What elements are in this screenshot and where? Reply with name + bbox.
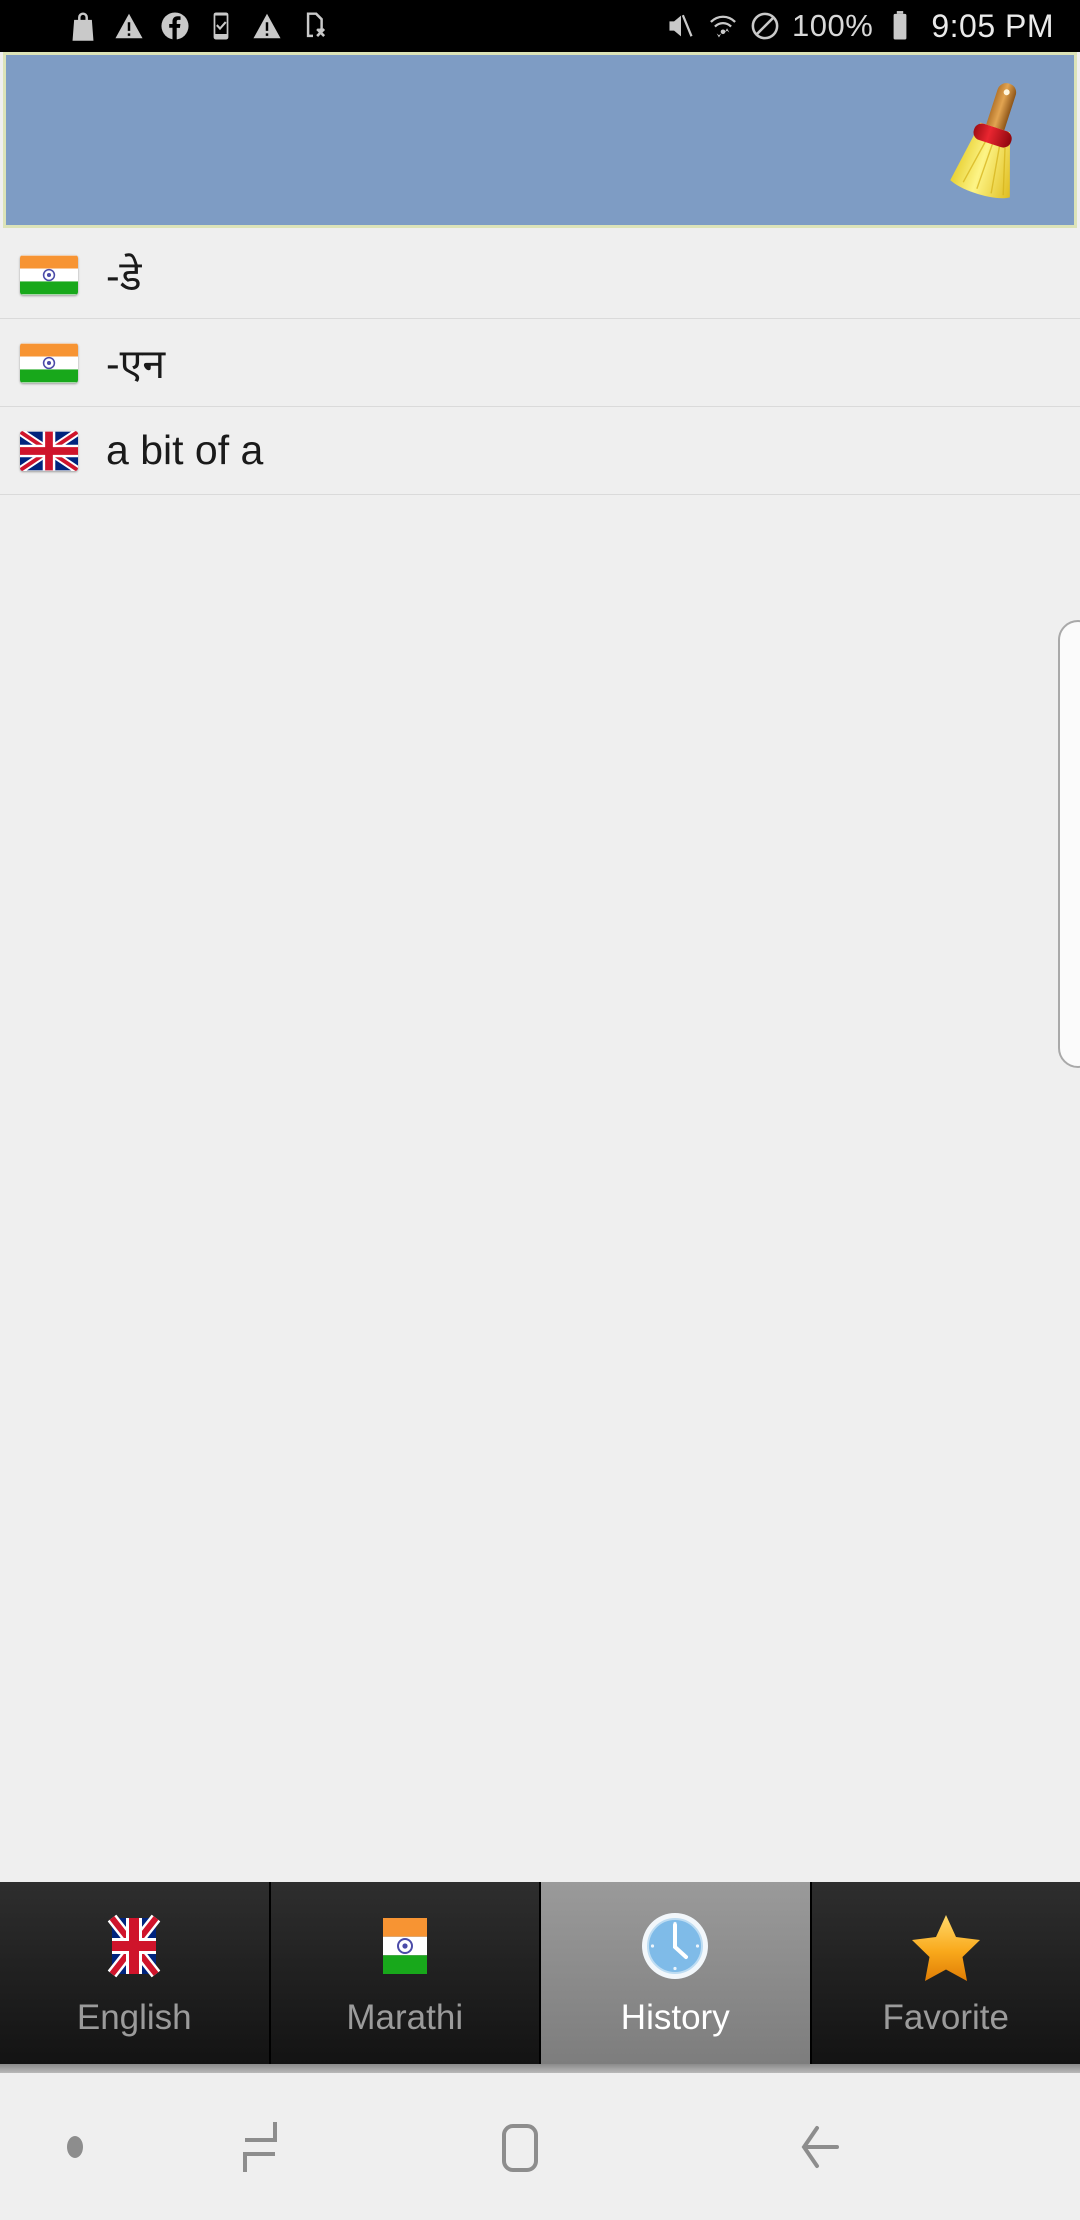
- tab-english[interactable]: English: [0, 1882, 271, 2064]
- phone-screen: 100% 9:05 PM -डे -एन a bit of a English …: [0, 0, 1080, 2220]
- tab-label: Marathi: [346, 1998, 464, 2037]
- status-bar-right-icons: 100% 9:05 PM: [666, 0, 1080, 52]
- tab-label: English: [76, 1998, 192, 2037]
- list-item[interactable]: -एन: [0, 319, 1080, 407]
- tab-bar-underline: [0, 2064, 1080, 2073]
- list-item[interactable]: a bit of a: [0, 407, 1080, 495]
- tab-history[interactable]: History: [541, 1882, 812, 2064]
- wifi-transfer-icon: [710, 15, 736, 38]
- flag-uk-icon: [20, 430, 78, 471]
- flag-india-icon: [367, 1908, 443, 1984]
- list-item[interactable]: -डे: [0, 231, 1080, 319]
- warning-triangle-icon: [115, 13, 143, 39]
- clock-label: 9:05 PM: [931, 8, 1054, 44]
- sim-card-error-icon: [306, 12, 326, 38]
- flag-uk-icon: [96, 1908, 172, 1984]
- history-header-bar: [3, 52, 1077, 228]
- mute-icon: [669, 14, 693, 37]
- tab-label: History: [620, 1998, 730, 2037]
- star-icon: [908, 1908, 984, 1984]
- flag-india-icon: [20, 255, 78, 295]
- status-bar: 100% 9:05 PM: [0, 0, 1080, 52]
- tab-favorite[interactable]: Favorite: [811, 1882, 1080, 2064]
- tab-label: Favorite: [882, 1998, 1009, 2037]
- tab-marathi[interactable]: Marathi: [270, 1882, 541, 2064]
- do-not-disturb-icon: [751, 12, 779, 40]
- bottom-tab-bar: English Marathi History Favorite: [0, 1882, 1080, 2064]
- shopping-bag-icon: [72, 12, 94, 41]
- recents-icon[interactable]: [150, 2073, 370, 2220]
- battery-full-icon: [893, 11, 907, 40]
- phone-check-icon: [213, 12, 229, 40]
- dot-indicator-icon[interactable]: [0, 2073, 150, 2220]
- status-bar-left-icons: [0, 10, 328, 42]
- list-item-text: a bit of a: [106, 427, 264, 473]
- list-item-text: -डे: [106, 252, 142, 299]
- list-item-text: -एन: [106, 340, 166, 387]
- flag-india-icon: [20, 343, 78, 383]
- android-nav-bar: [0, 2073, 1080, 2220]
- clock-icon: [637, 1908, 713, 1984]
- edge-panel-handle[interactable]: [1058, 620, 1080, 1068]
- facebook-icon: [161, 12, 189, 40]
- warning-triangle-icon: [253, 13, 281, 39]
- back-icon[interactable]: [670, 2073, 970, 2220]
- home-icon[interactable]: [370, 2073, 670, 2220]
- broom-icon[interactable]: [932, 75, 1052, 203]
- history-list: -डे -एन a bit of a: [0, 231, 1080, 495]
- battery-percent-label: 100%: [792, 8, 874, 43]
